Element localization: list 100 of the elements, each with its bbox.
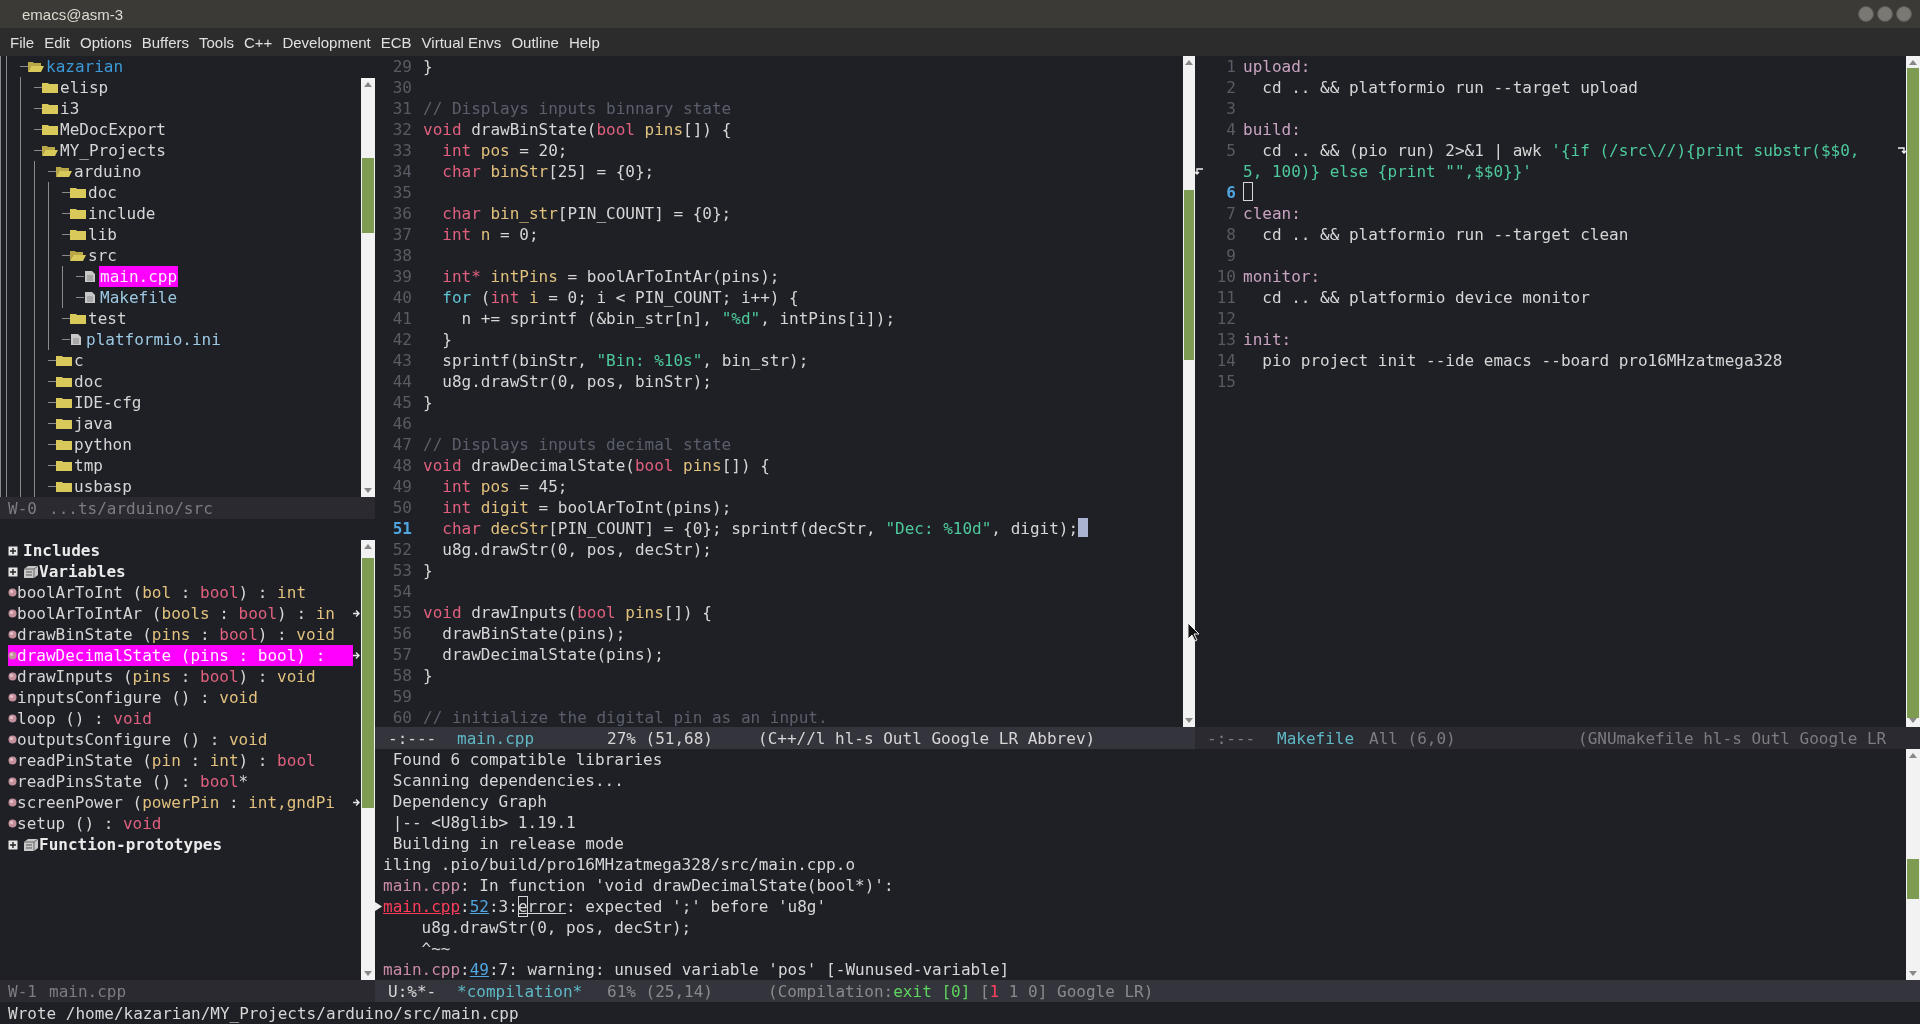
code-line: init: [1243,329,1292,350]
code-line: pio project init --ide emacs --board pro16MHzatmega328 [1261,350,1783,371]
tree-item[interactable]: test [87,308,128,329]
tree-guide-drawing [0,140,42,161]
mode-line-text: 27% (51,68) [607,728,714,748]
code-line: u8g.drawStr(0, pos, binStr); [441,371,712,392]
line-number: 48 [391,455,412,476]
mode-line-text: main.cpp [49,981,127,1001]
tree-guide-drawing [0,161,56,182]
bullet-icon [8,693,17,702]
code-line: int* intPins = boolArToIntAr(pins); [441,266,780,287]
line-number: 47 [391,434,412,455]
menu-item[interactable]: File [6,31,39,53]
code-line: cd .. && (pio run) 2>&1 | awk '{if (/src\//){print substr($$0, [1261,140,1860,161]
code-line: int n = 0; [441,224,539,245]
method-item[interactable]: boolArToIntAr (bools : bool) : in [8,603,335,624]
line-number: 6 [1225,182,1236,203]
mode-line-text: All (6,0) [1369,728,1457,748]
tree-item[interactable]: platformio.ini [85,329,222,350]
tree-item[interactable]: MY_Projects [59,140,167,161]
bullet-icon [8,630,17,639]
line-number: 50 [391,497,412,518]
method-item[interactable]: loop () : void [8,708,152,729]
menu-item[interactable]: Tools [195,31,238,53]
mode-line-text: (C++//l hl-s Outl Google LR Abbrev) [758,728,1096,748]
tree-item[interactable]: elisp [59,77,110,98]
line-number: 39 [391,266,412,287]
output-line: |-- <U8glib> 1.19.1 [391,812,576,833]
method-item[interactable]: readPinsState () : bool* [8,771,249,792]
code-line: cd .. && platformio device monitor [1261,287,1590,308]
code-line: int digit = boolArToInt(pins); [441,497,732,518]
tree-item[interactable]: kazarian [45,56,125,77]
tree-group-label[interactable]: Function-prototypes [39,834,223,855]
menu-item[interactable]: Buffers [137,31,193,53]
menu-item[interactable]: C++ [240,31,277,53]
code-line: cd .. && platformio run --target upload [1261,77,1638,98]
code-line: // Displays inputs binnary state [423,98,732,119]
mode-line-text: 1 [989,981,1000,1001]
menu-item[interactable]: Development [278,31,375,53]
menu-item[interactable]: Outline [507,31,563,53]
maximize-button[interactable] [1877,6,1893,22]
tree-item[interactable]: src [87,245,118,266]
scrollbar[interactable] [361,78,375,497]
scrollbar[interactable] [361,540,375,980]
tree-item[interactable]: IDE-cfg [73,392,143,413]
tree-item[interactable]: usbasp [73,476,133,497]
method-item[interactable]: inputsConfigure () : void [8,687,258,708]
tree-item[interactable]: include [87,203,157,224]
tree-guide-drawing [0,245,70,266]
mouse-pointer-icon [1187,622,1200,642]
code-line: } [423,560,433,581]
tree-group-label[interactable]: Includes [23,540,101,561]
menu-item[interactable]: Options [76,31,136,53]
method-item[interactable]: drawBinState (pins : bool) : void [8,624,335,645]
output-line: main.cpp:49:7: warning: unused variable 'pos' [-Wunused-variable] [383,959,1010,980]
output-line: ^~~ [420,938,451,959]
method-item[interactable]: outputsConfigure () : void [8,729,268,750]
tree-item[interactable]: i3 [59,98,81,119]
method-item[interactable]: screenPower (powerPin : int,gndPi [8,792,335,813]
tree-item[interactable]: doc [73,371,104,392]
tree-group-label[interactable]: Variables [39,561,126,582]
text-cursor [1243,182,1253,201]
menu-item[interactable]: Edit [40,31,75,53]
method-item[interactable]: drawInputs (pins : bool) : void [8,666,316,687]
scrollbar[interactable] [1906,749,1920,980]
tree-item[interactable]: Makefile [99,287,179,308]
tree-item[interactable]: c [73,350,85,371]
tree-item[interactable]: lib [87,224,118,245]
tree-item[interactable]: java [73,413,114,434]
menu-item[interactable]: ECB [376,31,416,53]
expand-icon[interactable] [8,566,18,577]
tree-guide-drawing [0,308,70,329]
line-number: 44 [391,371,412,392]
method-item[interactable]: readPinState (pin : int) : bool [8,750,316,771]
tree-item[interactable]: MeDocExport [59,119,167,140]
mode-line-text: Makefile [1277,728,1356,748]
method-item[interactable]: setup () : void [8,813,162,834]
bullet-icon [8,588,17,597]
expand-icon[interactable] [8,839,18,850]
window-title: emacs@asm-3 [22,5,124,23]
scrollbar[interactable] [1183,56,1195,727]
scrollbar[interactable] [1906,56,1920,727]
expand-icon[interactable] [8,545,18,556]
menu-item[interactable]: Virtual Envs [417,31,506,53]
line-number: 55 [391,602,412,623]
line-number: 14 [1215,350,1236,371]
method-item[interactable]: boolArToInt (bol : bool) : int [8,582,306,603]
output-line: main.cpp: In function 'void drawDecimalState(bool*)': [383,875,894,896]
close-button[interactable] [1896,6,1912,22]
line-number: 53 [391,560,412,581]
code-line: char decStr[PIN_COUNT] = {0}; sprintf(decStr, "Dec: %10d", digit); [441,518,1079,539]
menu-item[interactable]: Help [564,31,604,53]
code-line: clean: [1243,203,1301,224]
line-number: 37 [391,224,412,245]
tree-item[interactable]: doc [87,182,118,203]
tree-item[interactable]: arduino [73,161,143,182]
tree-item[interactable]: tmp [73,455,104,476]
tree-item[interactable]: python [73,434,133,455]
minimize-button[interactable] [1858,6,1874,22]
tree-guide-drawing [0,203,70,224]
